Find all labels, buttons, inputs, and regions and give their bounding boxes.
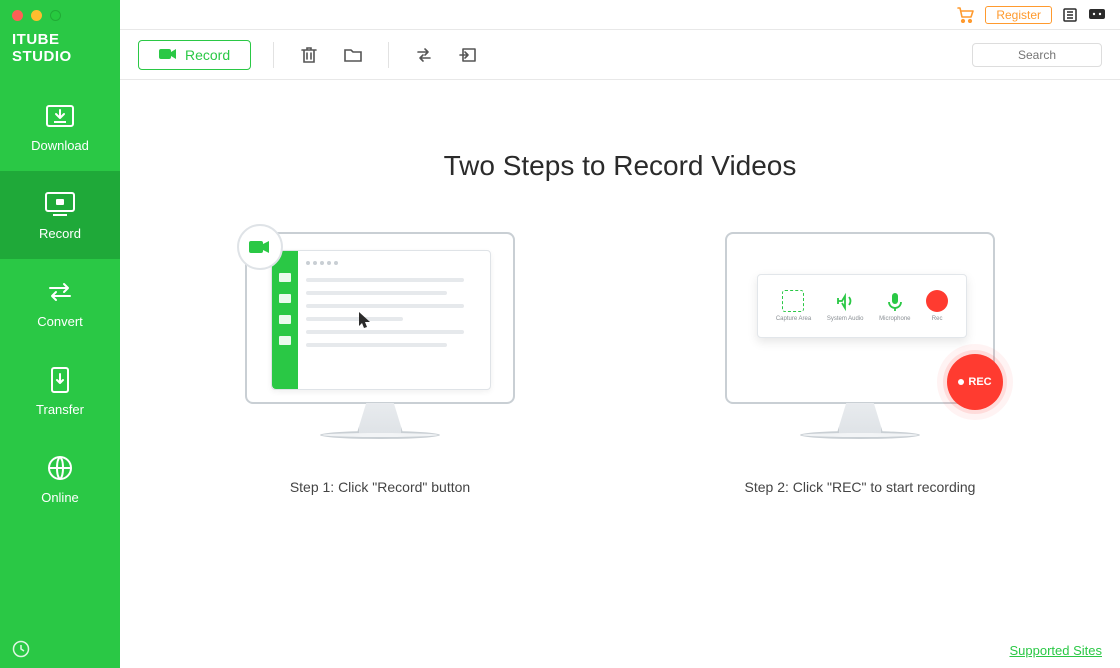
opt-label: Rec [932, 316, 943, 322]
sidebar-item-label: Online [41, 490, 79, 505]
step1-illustration [245, 232, 515, 439]
sidebar-item-label: Record [39, 226, 81, 241]
toolbar: Record [120, 30, 1120, 80]
sidebar-item-online[interactable]: Online [0, 435, 120, 523]
refresh-icon[interactable] [411, 42, 437, 68]
import-icon[interactable] [455, 42, 481, 68]
sidebar-item-record[interactable]: Record [0, 171, 120, 259]
cursor-icon [358, 311, 372, 334]
globe-icon [43, 454, 77, 482]
divider [388, 42, 389, 68]
sidebar-item-convert[interactable]: Convert [0, 259, 120, 347]
feedback-icon[interactable] [1088, 8, 1106, 22]
close-window-icon[interactable] [12, 10, 23, 21]
step2-illustration: Capture Area System Audio Microphone Rec [725, 232, 995, 439]
page-title: Two Steps to Record Videos [160, 150, 1080, 182]
rec-badge-icon: REC [947, 354, 1003, 410]
sidebar-nav: Download Record [0, 83, 120, 523]
step1-caption: Step 1: Click "Record" button [290, 479, 470, 495]
opt-label: Capture Area [776, 316, 811, 322]
minimize-window-icon[interactable] [31, 10, 42, 21]
cart-icon[interactable] [957, 7, 975, 23]
transfer-icon [43, 366, 77, 394]
step2-caption: Step 2: Click "REC" to start recording [745, 479, 976, 495]
rec-badge-label: REC [968, 376, 991, 388]
camera-icon [159, 47, 177, 63]
sidebar-item-download[interactable]: Download [0, 83, 120, 171]
window-controls [0, 0, 120, 27]
history-icon[interactable] [12, 640, 108, 658]
sidebar-item-transfer[interactable]: Transfer [0, 347, 120, 435]
camera-callout-icon [237, 224, 283, 270]
download-icon [43, 102, 77, 130]
zoom-window-icon[interactable] [50, 10, 61, 21]
step-2: Capture Area System Audio Microphone Rec [725, 232, 995, 495]
sidebar-item-label: Transfer [36, 402, 84, 417]
step-1: Step 1: Click "Record" button [245, 232, 515, 495]
sidebar: ITUBE STUDIO Download [0, 0, 120, 668]
topbar: Register [120, 0, 1120, 30]
record-button-label: Record [185, 47, 230, 63]
search-input[interactable] [972, 43, 1102, 67]
opt-label: System Audio [827, 316, 864, 322]
trash-icon[interactable] [296, 42, 322, 68]
supported-sites-link[interactable]: Supported Sites [1009, 643, 1102, 658]
content: Two Steps to Record Videos [120, 80, 1120, 668]
opt-label: Microphone [879, 316, 910, 322]
sidebar-item-label: Convert [37, 314, 83, 329]
convert-icon [43, 278, 77, 306]
sidebar-item-label: Download [31, 138, 89, 153]
record-screen-icon [43, 190, 77, 218]
app-title: ITUBE STUDIO [0, 27, 120, 83]
menu-list-icon[interactable] [1062, 7, 1078, 23]
register-button[interactable]: Register [985, 6, 1052, 24]
record-button[interactable]: Record [138, 40, 251, 70]
divider [273, 42, 274, 68]
steps-row: Step 1: Click "Record" button Capture Ar… [160, 232, 1080, 495]
main-area: Register Record [120, 0, 1120, 668]
folder-icon[interactable] [340, 42, 366, 68]
